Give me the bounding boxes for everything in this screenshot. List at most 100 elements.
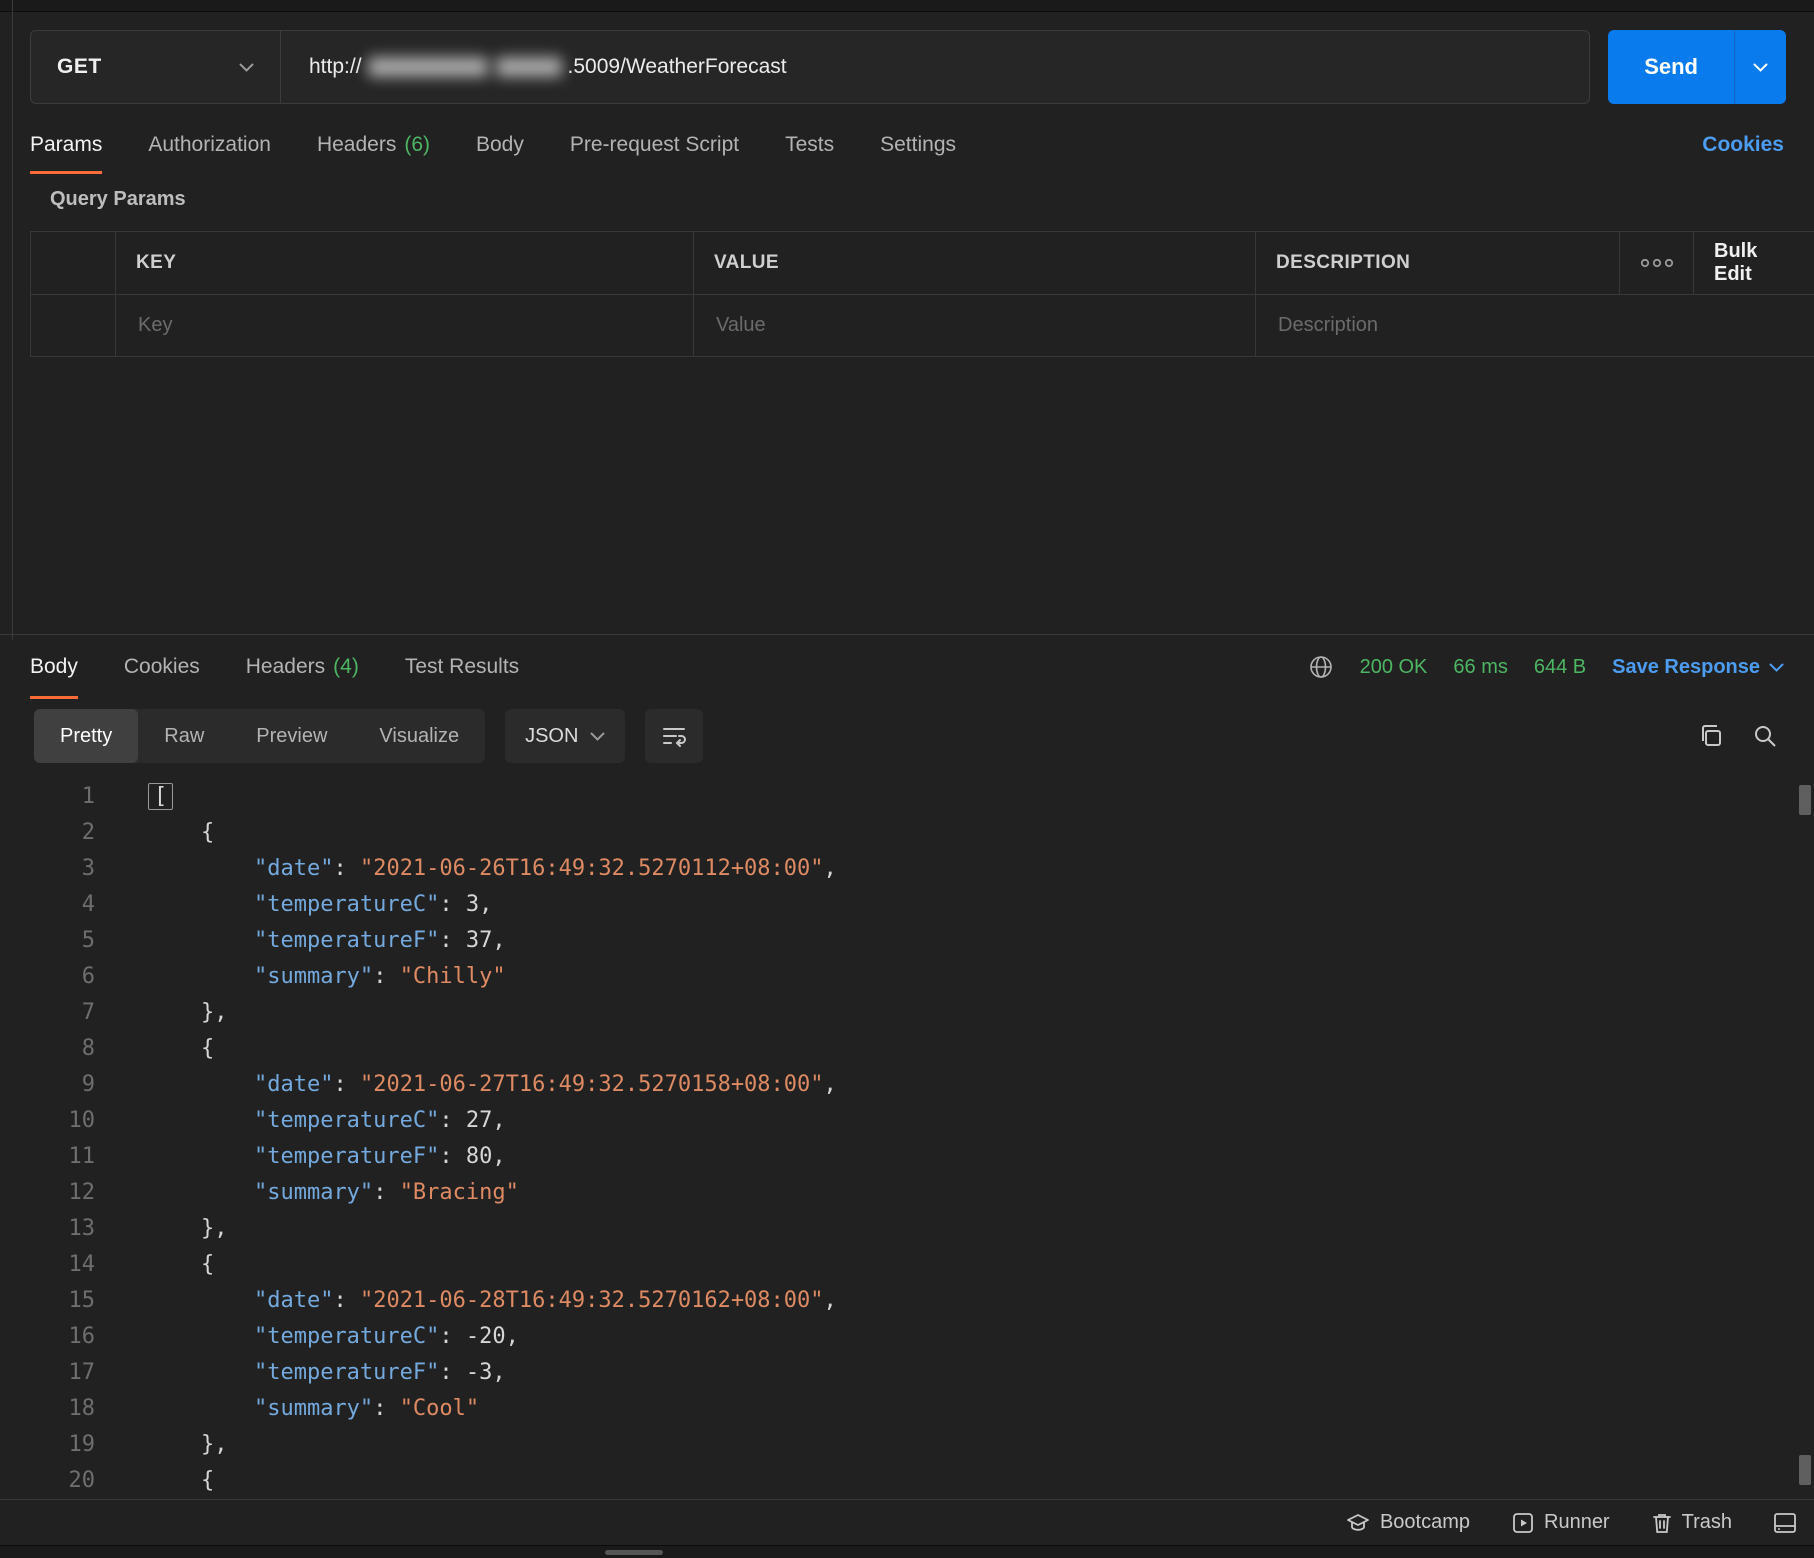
toolbar-right — [1698, 723, 1784, 749]
column-header-value: VALUE — [693, 231, 1255, 294]
query-params-label: Query Params — [0, 174, 1814, 217]
network-globe-icon[interactable] — [1308, 654, 1334, 680]
view-tab-raw[interactable]: Raw — [138, 709, 230, 763]
tab-headers[interactable]: Headers (6) — [317, 116, 430, 174]
window-top-strip — [0, 0, 1814, 12]
column-header-key: KEY — [115, 231, 693, 294]
save-response-label: Save Response — [1612, 656, 1760, 679]
url-prefix: http:// — [309, 55, 362, 79]
tab-label: Tests — [785, 133, 834, 157]
tab-label: Pre-request Script — [570, 133, 739, 157]
table-lead-cell — [30, 231, 115, 294]
tab-label: Cookies — [124, 655, 200, 679]
view-tab-pretty[interactable]: Pretty — [34, 709, 138, 763]
tab-label: Headers — [317, 133, 396, 157]
param-value-input[interactable] — [714, 313, 1235, 338]
tab-label: Headers — [246, 655, 325, 679]
trash-label: Trash — [1682, 1511, 1732, 1534]
param-key-input[interactable] — [136, 313, 673, 338]
copy-icon — [1698, 723, 1724, 749]
format-dropdown[interactable]: JSON — [505, 709, 625, 763]
trash-button[interactable]: Trash — [1652, 1511, 1732, 1534]
code-scrollbar-thumb[interactable] — [1799, 785, 1811, 815]
table-header-row: KEY VALUE DESCRIPTION Bulk Edit — [30, 231, 1814, 294]
view-tab-preview[interactable]: Preview — [230, 709, 353, 763]
console-panel-button[interactable] — [1774, 1513, 1796, 1533]
chevron-down-icon — [590, 732, 605, 741]
tab-authorization[interactable]: Authorization — [148, 116, 271, 174]
tab-response-headers[interactable]: Headers (4) — [246, 635, 359, 699]
runner-label: Runner — [1544, 1511, 1610, 1534]
view-tab-visualize[interactable]: Visualize — [353, 709, 485, 763]
pane-divider — [12, 0, 13, 640]
query-params-table: KEY VALUE DESCRIPTION Bulk Edit — [30, 231, 1814, 357]
view-mode-switch: Pretty Raw Preview Visualize — [34, 709, 485, 763]
url-input[interactable]: http:// .5009/WeatherForecast — [281, 31, 1589, 103]
bulk-edit-button[interactable]: Bulk Edit — [1693, 231, 1814, 294]
tab-count: (6) — [404, 133, 430, 157]
runner-button[interactable]: Runner — [1512, 1511, 1610, 1534]
window-bottom-strip — [0, 1545, 1814, 1558]
word-wrap-icon — [661, 725, 687, 747]
console-panel-icon — [1774, 1513, 1796, 1533]
copy-response-button[interactable] — [1698, 723, 1724, 749]
tab-response-cookies[interactable]: Cookies — [124, 635, 200, 699]
method-dropdown[interactable]: GET — [31, 31, 281, 103]
response-body-viewer[interactable]: 1234567891011121314151617181920 [ { "dat… — [0, 777, 1814, 1499]
tab-body[interactable]: Body — [476, 116, 524, 174]
tab-pre-request-script[interactable]: Pre-request Script — [570, 116, 739, 174]
response-meta: 200 OK 66 ms 644 B Save Response — [1308, 635, 1784, 699]
runner-icon — [1512, 1512, 1534, 1534]
format-label: JSON — [525, 725, 578, 748]
tab-label: Settings — [880, 133, 956, 157]
params-menu-button[interactable] — [1619, 231, 1693, 294]
search-icon — [1752, 723, 1778, 749]
bootcamp-label: Bootcamp — [1380, 1511, 1470, 1534]
tab-response-body[interactable]: Body — [30, 635, 78, 699]
request-empty-area — [0, 357, 1814, 634]
bottom-scrollbar-thumb[interactable] — [605, 1550, 663, 1555]
send-options-button[interactable] — [1734, 30, 1786, 104]
cookies-link[interactable]: Cookies — [1702, 133, 1784, 157]
chevron-down-icon — [1769, 663, 1784, 672]
response-toolbar: Pretty Raw Preview Visualize JSON — [0, 699, 1814, 777]
url-suffix: .5009/WeatherForecast — [568, 55, 787, 79]
save-response-button[interactable]: Save Response — [1612, 656, 1784, 679]
tab-tests[interactable]: Tests — [785, 116, 834, 174]
search-response-button[interactable] — [1752, 723, 1778, 749]
column-header-description: DESCRIPTION — [1255, 231, 1619, 294]
response-pane: Body Cookies Headers (4) Test Results 200… — [0, 634, 1814, 1499]
meatball-menu-icon — [1640, 258, 1674, 268]
tab-label: Body — [30, 655, 78, 679]
wrap-lines-button[interactable] — [645, 709, 703, 763]
request-bar: GET http:// .5009/WeatherForecast — [30, 30, 1590, 104]
request-url-row: GET http:// .5009/WeatherForecast Send — [0, 12, 1814, 116]
param-description-input[interactable] — [1276, 313, 1794, 338]
bootcamp-button[interactable]: Bootcamp — [1346, 1511, 1470, 1534]
line-numbers: 1234567891011121314151617181920 — [0, 777, 95, 1499]
request-tabs: Params Authorization Headers (6) Body Pre… — [0, 116, 1814, 174]
trash-icon — [1652, 1512, 1672, 1534]
response-tabs: Body Cookies Headers (4) Test Results 200… — [0, 635, 1814, 699]
tab-label: Params — [30, 133, 102, 157]
tab-count: (4) — [333, 655, 359, 679]
url-redacted-segment — [496, 57, 562, 77]
tab-test-results[interactable]: Test Results — [405, 635, 519, 699]
table-row — [30, 294, 1814, 357]
tab-params[interactable]: Params — [30, 116, 102, 174]
status-bar: Bootcamp Runner Trash — [0, 1499, 1814, 1545]
send-group: Send — [1608, 30, 1786, 104]
tab-label: Authorization — [148, 133, 271, 157]
url-redacted-segment — [368, 57, 488, 77]
method-label: GET — [57, 55, 102, 79]
tab-label: Test Results — [405, 655, 519, 679]
response-time: 66 ms — [1453, 656, 1507, 679]
code-lines: [ { "date": "2021-06-26T16:49:32.5270112… — [95, 777, 837, 1499]
status-badge: 200 OK — [1360, 656, 1428, 679]
table-lead-cell — [30, 294, 115, 357]
tab-settings[interactable]: Settings — [880, 116, 956, 174]
graduation-cap-icon — [1346, 1512, 1370, 1534]
tab-label: Body — [476, 133, 524, 157]
send-button[interactable]: Send — [1608, 30, 1734, 104]
code-scrollbar-bottom-thumb[interactable] — [1799, 1455, 1811, 1485]
